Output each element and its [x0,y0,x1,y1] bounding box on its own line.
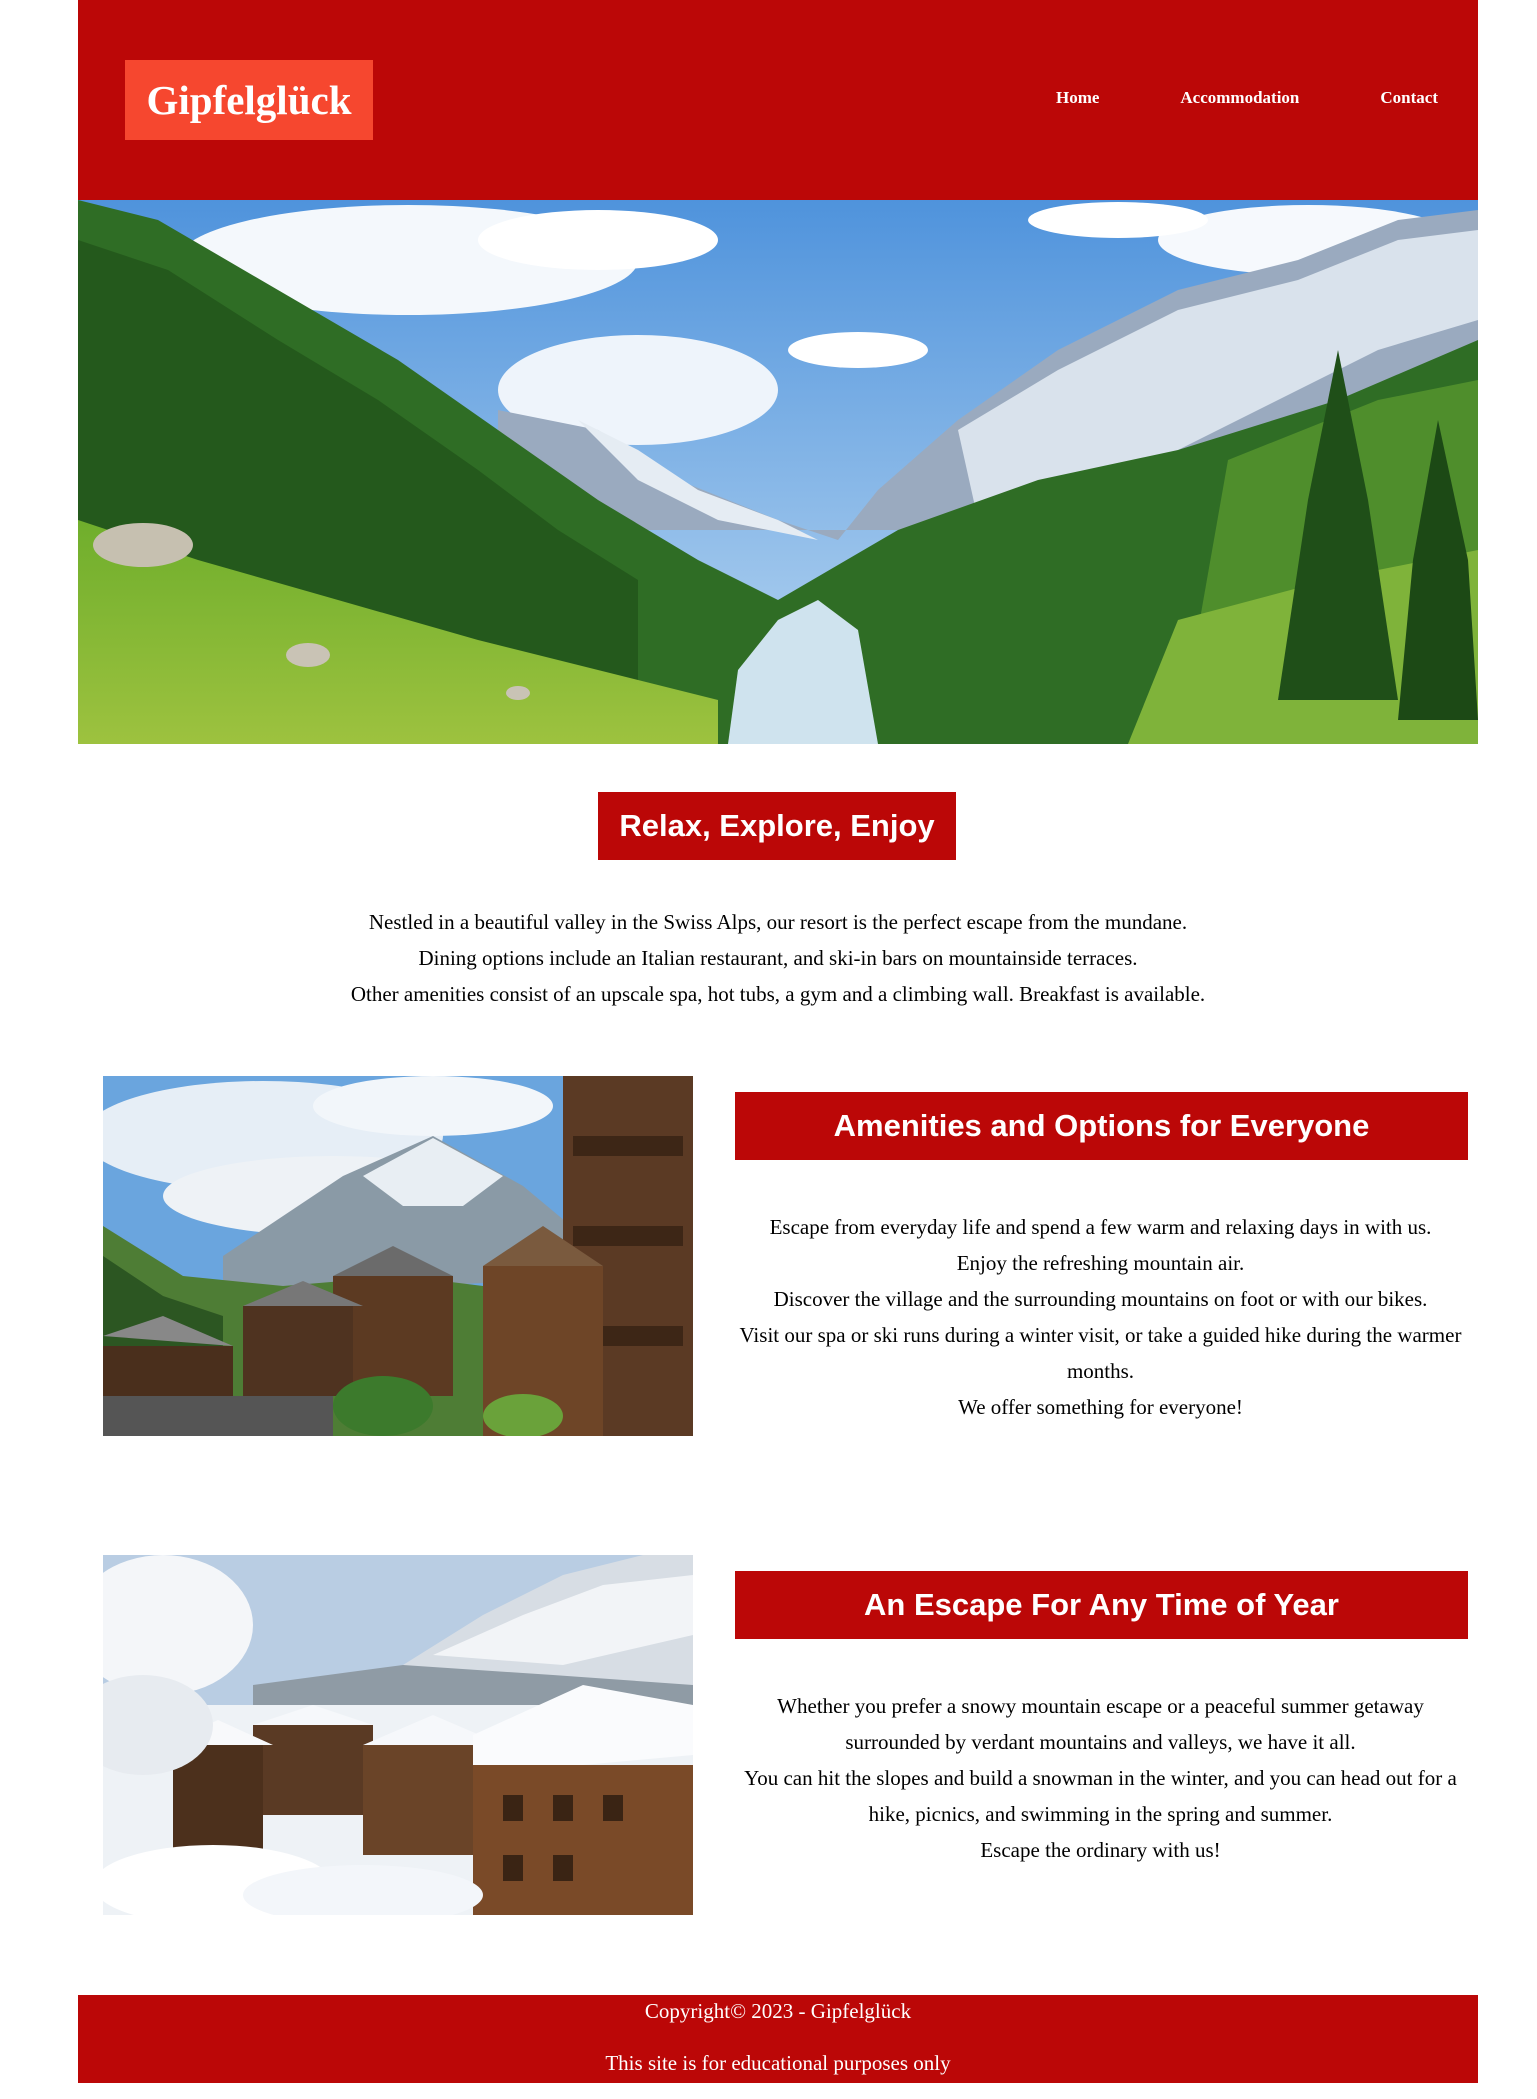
nav-link-contact[interactable]: Contact [1380,88,1438,108]
section-heading-escape: An Escape For Any Time of Year [735,1571,1468,1639]
main-nav: Home Accommodation Contact [1056,88,1438,108]
section-paragraph: Whether you prefer a snowy mountain esca… [777,1694,1424,1754]
footer-copyright: Copyright© 2023 - Gipfelglück [644,1999,912,2023]
section-heading-amenities: Amenities and Options for Everyone [735,1092,1468,1160]
section-paragraph: Escape from everyday life and spend a fe… [769,1215,1432,1239]
section-text-amenities: Escape from everyday life and spend a fe… [733,1209,1468,1425]
section-paragraph: Escape the ordinary with us! [980,1838,1221,1862]
intro-text: Nestled in a beautiful valley in the Swi… [228,904,1328,1012]
section-paragraph: You can hit the slopes and build a snowm… [744,1766,1457,1826]
section-paragraph: Visit our spa or ski runs during a winte… [739,1323,1462,1383]
page: Gipfelglück Home Accommodation Contact R… [78,0,1478,2099]
intro-paragraph: Dining options include an Italian restau… [418,946,1138,970]
section-paragraph: Discover the village and the surrounding… [773,1287,1428,1311]
section-paragraph: We offer something for everyone! [958,1395,1243,1419]
site-footer: Copyright© 2023 - Gipfelglück This site … [78,1995,1478,2083]
hero-image [78,200,1478,744]
section-text-escape: Whether you prefer a snowy mountain esca… [733,1688,1468,1868]
footer-note: This site is for educational purposes on… [605,2051,951,2075]
intro-paragraph: Other amenities consist of an upscale sp… [350,982,1206,1006]
site-header: Gipfelglück Home Accommodation Contact [78,0,1478,200]
village-winter-image [103,1555,693,1915]
site-logo[interactable]: Gipfelglück [125,60,373,140]
village-summer-image [103,1076,693,1436]
section-paragraph: Enjoy the refreshing mountain air. [956,1251,1245,1275]
nav-link-accommodation[interactable]: Accommodation [1180,88,1299,108]
intro-paragraph: Nestled in a beautiful valley in the Swi… [368,910,1188,934]
intro-heading: Relax, Explore, Enjoy [598,792,956,860]
nav-link-home[interactable]: Home [1056,88,1099,108]
